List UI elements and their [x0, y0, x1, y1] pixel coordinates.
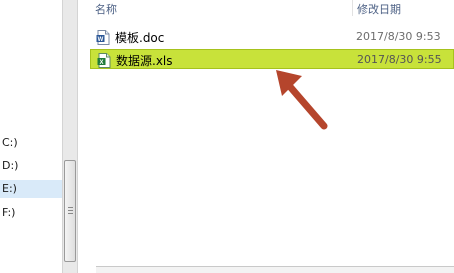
- word-doc-icon: W: [96, 30, 110, 45]
- file-name: 模板.doc: [115, 31, 165, 45]
- drive-item-e[interactable]: E:): [0, 180, 62, 198]
- navigation-pane: C:) D:) E:) F:): [0, 0, 62, 273]
- svg-text:X: X: [99, 60, 103, 66]
- grip-icon: [68, 207, 73, 214]
- column-header: 名称 修改日期: [84, 0, 454, 18]
- excel-xls-icon: X: [97, 53, 111, 68]
- drive-item-c[interactable]: C:): [2, 134, 18, 152]
- drive-item-f[interactable]: F:): [2, 204, 15, 222]
- annotation-arrow-icon: [276, 70, 328, 130]
- scrollbar-thumb[interactable]: [64, 160, 76, 262]
- file-row[interactable]: W 模板.doc 2017/8/30 9:53: [90, 27, 454, 47]
- drive-item-e-label: E:): [2, 182, 17, 195]
- nav-scrollbar[interactable]: [62, 0, 78, 273]
- column-date-header[interactable]: 修改日期: [357, 1, 401, 17]
- file-date: 2017/8/30 9:53: [356, 30, 441, 43]
- drive-item-d[interactable]: D:): [2, 157, 18, 175]
- file-name: 数据源.xls: [116, 54, 173, 68]
- column-name-header[interactable]: 名称: [95, 1, 117, 17]
- svg-text:W: W: [98, 37, 104, 43]
- horizontal-scrollbar[interactable]: [96, 266, 454, 273]
- file-date: 2017/8/30 9:55: [357, 53, 442, 66]
- column-divider[interactable]: [352, 0, 353, 16]
